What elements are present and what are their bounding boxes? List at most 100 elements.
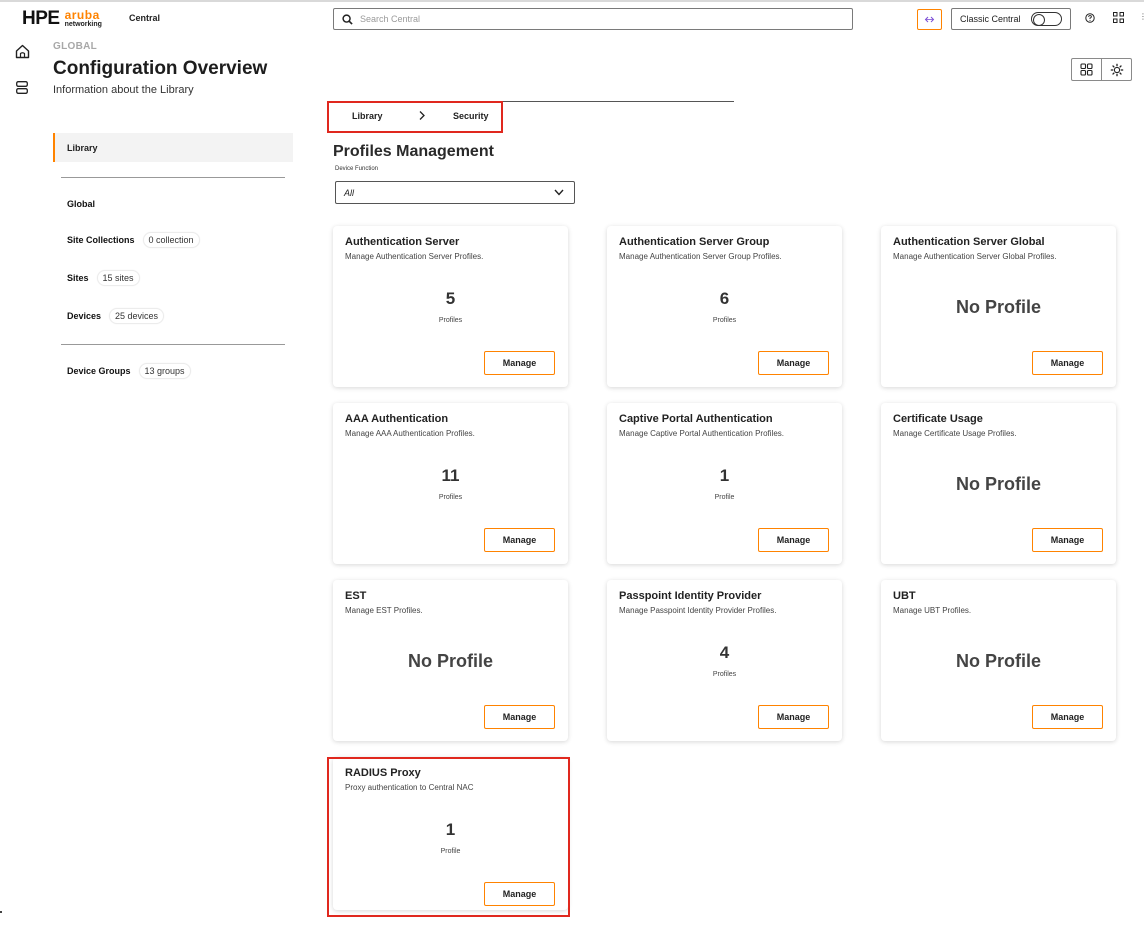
profile-count: 1 xyxy=(719,466,730,485)
sidebar-item-label: Device Groups xyxy=(67,366,131,376)
chevron-right-icon xyxy=(419,111,425,120)
breadcrumb: Library Security xyxy=(327,101,503,133)
card-description: Manage UBT Profiles. xyxy=(893,606,972,615)
sidebar-divider xyxy=(61,344,285,345)
manage-button[interactable]: Manage xyxy=(758,528,829,552)
scope-label: GLOBAL xyxy=(53,41,98,52)
card-description: Manage Captive Portal Authentication Pro… xyxy=(619,429,784,438)
breadcrumb-security: Security xyxy=(453,111,489,121)
app-name: Central xyxy=(129,13,161,23)
profile-count: 4 xyxy=(719,643,730,662)
card-title: Captive Portal Authentication xyxy=(619,413,773,425)
profile-card-certificate-usage: Certificate Usage Manage Certificate Usa… xyxy=(881,403,1116,564)
sidebar-item-devices[interactable]: Devices 25 devices xyxy=(67,308,165,324)
sidebar-item-library[interactable]: Library xyxy=(53,133,293,162)
manage-button[interactable]: Manage xyxy=(484,528,555,552)
manage-button[interactable]: Manage xyxy=(758,351,829,375)
classic-central-label: Classic Central xyxy=(960,14,1021,24)
profile-count-unit: Profiles xyxy=(438,317,463,324)
manage-button[interactable]: Manage xyxy=(1032,528,1103,552)
page-title: Configuration Overview xyxy=(53,58,268,79)
gear-icon xyxy=(1110,63,1123,76)
card-description: Manage Authentication Server Profiles. xyxy=(345,252,484,261)
count-badge: 25 devices xyxy=(109,308,165,324)
manage-button[interactable]: Manage xyxy=(484,351,555,375)
highlight-box xyxy=(327,757,570,917)
device-function-label: Device Function xyxy=(335,166,379,172)
top-border xyxy=(0,0,1144,2)
sidebar-item-site-collections[interactable]: Site Collections 0 collection xyxy=(67,232,200,248)
profile-count-unit: Profiles xyxy=(712,671,737,678)
search-bar[interactable] xyxy=(333,8,853,30)
devices-stack-icon[interactable] xyxy=(16,81,28,94)
sidebar-item-label: Devices xyxy=(67,311,102,321)
collapse-button[interactable] xyxy=(917,9,942,30)
manage-button[interactable]: Manage xyxy=(1032,705,1103,729)
no-profile-text: No Profile xyxy=(407,651,493,671)
profile-count-unit: Profiles xyxy=(712,317,737,324)
classic-central-toggle[interactable]: Classic Central xyxy=(951,8,1071,30)
profile-count: 5 xyxy=(445,289,456,308)
sidebar-item-device-groups[interactable]: Device Groups 13 groups xyxy=(67,363,191,379)
profile-card-est: EST Manage EST Profiles. No Profile Mana… xyxy=(333,580,568,741)
card-title: EST xyxy=(345,590,367,602)
sidebar-divider xyxy=(61,177,285,178)
count-badge: 15 sites xyxy=(96,270,140,286)
logo-aruba: aruba networking xyxy=(64,7,102,29)
card-description: Manage AAA Authentication Profiles. xyxy=(345,429,475,438)
logo-aruba-text: aruba xyxy=(64,7,100,22)
chevron-down-icon xyxy=(554,189,564,196)
profile-card-authentication-server-group: Authentication Server Group Manage Authe… xyxy=(607,226,842,387)
stray-mark xyxy=(0,911,2,913)
collapse-arrows-icon xyxy=(924,16,935,23)
grid-view-button[interactable] xyxy=(1072,59,1101,80)
search-input[interactable] xyxy=(360,14,840,24)
help-icon[interactable] xyxy=(1085,13,1095,23)
card-description: Manage Authentication Server Global Prof… xyxy=(893,252,1057,261)
card-title: Authentication Server xyxy=(345,236,460,248)
profile-card-authentication-server: Authentication Server Manage Authenticat… xyxy=(333,226,568,387)
home-icon[interactable] xyxy=(15,44,30,59)
overflow-menu-icon[interactable]: ⋮ xyxy=(1139,12,1144,22)
view-button-group xyxy=(1071,58,1132,81)
search-icon xyxy=(342,13,353,25)
sidebar-item-sites[interactable]: Sites 15 sites xyxy=(67,270,140,286)
sidebar-item-global[interactable]: Global xyxy=(67,196,95,212)
page-subtitle: Information about the Library xyxy=(53,84,194,96)
apps-grid-icon[interactable] xyxy=(1113,12,1124,23)
no-profile-text: No Profile xyxy=(955,297,1041,317)
manage-button[interactable]: Manage xyxy=(1032,351,1103,375)
card-description: Manage EST Profiles. xyxy=(345,606,423,615)
device-function-value: All xyxy=(344,187,355,198)
profile-card-passpoint-identity-provider: Passpoint Identity Provider Manage Passp… xyxy=(607,580,842,741)
card-description: Manage Certificate Usage Profiles. xyxy=(893,429,1017,438)
card-title: Authentication Server Global xyxy=(893,236,1045,248)
section-title: Profiles Management xyxy=(333,143,494,160)
count-badge: 13 groups xyxy=(138,363,191,379)
no-profile-text: No Profile xyxy=(955,474,1041,494)
profile-card-aaa-authentication: AAA Authentication Manage AAA Authentica… xyxy=(333,403,568,564)
card-description: Manage Passpoint Identity Provider Profi… xyxy=(619,606,777,615)
toggle-switch[interactable] xyxy=(1031,12,1062,26)
card-title: Passpoint Identity Provider xyxy=(619,590,762,602)
card-title: Certificate Usage xyxy=(893,413,983,425)
manage-button[interactable]: Manage xyxy=(758,705,829,729)
profile-card-authentication-server-global: Authentication Server Global Manage Auth… xyxy=(881,226,1116,387)
card-title: AAA Authentication xyxy=(345,413,449,425)
breadcrumb-library-link[interactable]: Library xyxy=(352,111,383,121)
logo-hpe-text: HPE xyxy=(22,8,60,29)
profile-count-unit: Profiles xyxy=(438,494,463,501)
profile-count-unit: Profile xyxy=(714,494,735,501)
manage-button[interactable]: Manage xyxy=(484,705,555,729)
hpe-aruba-logo[interactable]: HPE aruba networking xyxy=(22,9,102,29)
profile-card-ubt: UBT Manage UBT Profiles. No Profile Mana… xyxy=(881,580,1116,741)
settings-button[interactable] xyxy=(1101,59,1131,80)
profile-count: 6 xyxy=(719,289,730,308)
logo-networking-text: networking xyxy=(64,20,102,28)
device-function-select[interactable]: All xyxy=(335,181,575,204)
sidebar-item-label: Global xyxy=(67,199,96,209)
card-title: UBT xyxy=(893,590,916,602)
profile-card-captive-portal-authentication: Captive Portal Authentication Manage Cap… xyxy=(607,403,842,564)
profile-count: 11 xyxy=(441,466,460,485)
sidebar-item-label: Site Collections xyxy=(67,235,135,245)
